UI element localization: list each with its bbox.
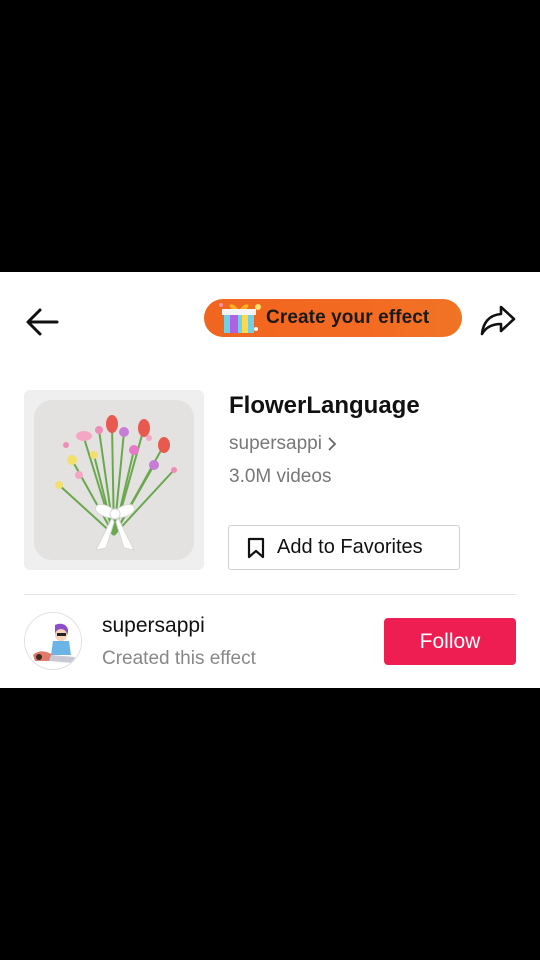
add-to-favorites-button[interactable]: Add to Favorites bbox=[228, 525, 460, 570]
effect-title: FlowerLanguage bbox=[229, 392, 420, 419]
creator-username[interactable]: supersappi bbox=[102, 614, 205, 638]
divider bbox=[24, 594, 516, 595]
follow-button[interactable]: Follow bbox=[384, 618, 516, 665]
back-button[interactable] bbox=[22, 302, 62, 342]
add-to-favorites-label: Add to Favorites bbox=[277, 536, 423, 558]
effect-detail-panel: Create your effect FlowerLanguage supers… bbox=[0, 272, 540, 688]
avatar[interactable] bbox=[24, 612, 82, 670]
user-avatar bbox=[25, 613, 81, 669]
create-your-effect-button[interactable]: Create your effect bbox=[204, 299, 462, 337]
arrow-left-icon bbox=[26, 308, 59, 336]
creator-subtitle: Created this effect bbox=[102, 648, 256, 669]
create-your-effect-label: Create your effect bbox=[266, 307, 430, 328]
chevron-right-icon bbox=[328, 437, 336, 451]
share-arrow-icon bbox=[480, 305, 516, 336]
effect-thumbnail[interactable] bbox=[24, 390, 204, 570]
bookmark-icon bbox=[247, 537, 265, 558]
gift-box-icon bbox=[218, 299, 262, 337]
flower-bouquet-thumbnail bbox=[34, 400, 194, 560]
video-count: 3.0M videos bbox=[229, 466, 332, 487]
effect-creator-link[interactable]: supersappi bbox=[229, 433, 336, 455]
effect-creator-name: supersappi bbox=[229, 433, 322, 454]
share-button[interactable] bbox=[476, 300, 520, 340]
